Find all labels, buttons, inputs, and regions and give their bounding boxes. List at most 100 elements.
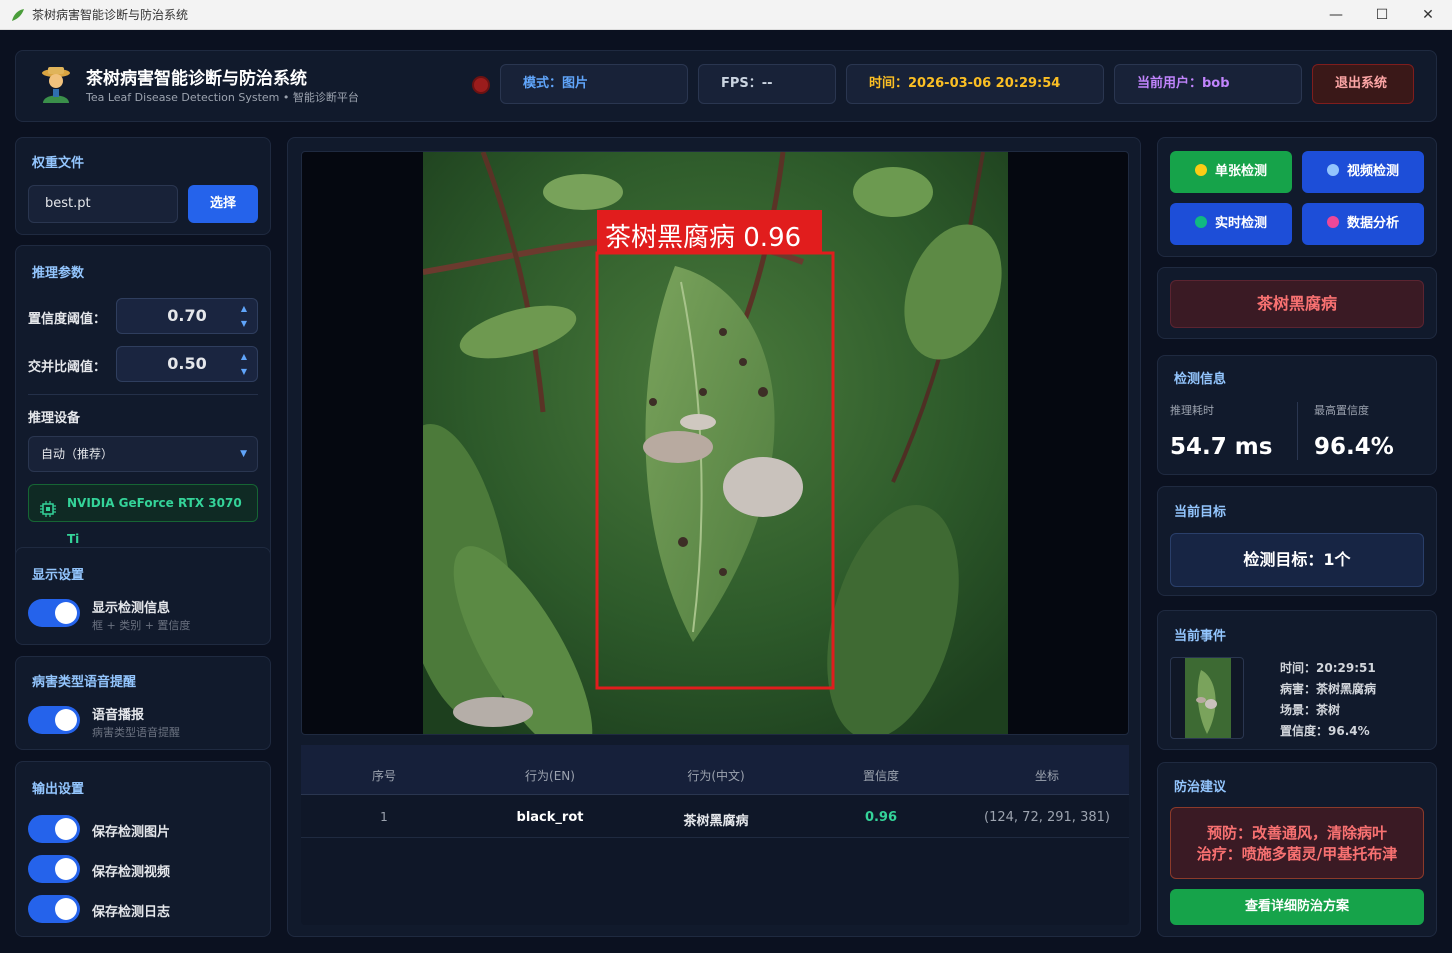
- app-subtitle: Tea Leaf Disease Detection System • 智能诊断…: [86, 91, 359, 104]
- single-detect-label: 单张检测: [1214, 164, 1267, 179]
- close-button[interactable]: ✕: [1405, 0, 1451, 30]
- event-scene: 场景：茶树: [1280, 703, 1341, 717]
- detection-info-title: 检测信息: [1174, 372, 1227, 387]
- divider: [1297, 402, 1298, 460]
- maximize-button[interactable]: ☐: [1359, 0, 1405, 30]
- detection-image: 茶树黑腐病 0.96: [423, 152, 1008, 734]
- result-panel: 茶树黑腐病: [1157, 267, 1437, 339]
- show-detection-label: 显示检测信息: [92, 601, 171, 616]
- event-time: 时间：20:29:51: [1280, 661, 1376, 675]
- app-title: 茶树病害智能诊断与防治系统: [86, 69, 307, 89]
- conf-threshold-spinbox[interactable]: 0.70 ▲ ▼: [116, 298, 258, 334]
- advice-panel: 防治建议 预防：改善通风，清除病叶 治疗：喷施多菌灵/甲基托布津 查看详细防治方…: [1157, 762, 1437, 937]
- voice-toggle[interactable]: [28, 706, 80, 734]
- spin-down-icon[interactable]: ▼: [241, 320, 247, 328]
- inference-title: 推理参数: [32, 266, 85, 281]
- save-log-toggle[interactable]: [28, 895, 80, 923]
- chevron-down-icon: ▼: [240, 449, 247, 459]
- spin-up-icon[interactable]: ▲: [241, 353, 247, 361]
- status-indicator: [472, 76, 490, 94]
- event-panel: 当前事件 时间：20:29:51 病害：茶树黑腐病 场景：茶树 置信度：96.4…: [1157, 610, 1437, 750]
- cell-en: black_rot: [516, 810, 584, 825]
- voice-sub: 病害类型语音提醒: [92, 726, 180, 739]
- max-conf-label: 最高置信度: [1314, 404, 1369, 417]
- realtime-detect-button[interactable]: 实时检测: [1170, 203, 1292, 245]
- iou-threshold-value: 0.50: [167, 354, 207, 373]
- max-conf-value: 96.4%: [1314, 434, 1394, 460]
- voice-title: 病害类型语音提醒: [32, 675, 137, 690]
- event-details: 时间：20:29:51 病害：茶树黑腐病 场景：茶树 置信度：96.4%: [1280, 658, 1376, 742]
- mode-display: 模式：图片: [500, 64, 688, 104]
- device-title: 推理设备: [28, 411, 81, 426]
- output-panel: 输出设置 保存检测图片 保存检测视频 保存检测日志: [15, 761, 271, 937]
- voice-panel: 病害类型语音提醒 语音播报 病害类型语音提醒: [15, 656, 271, 750]
- advice-box: 预防：改善通风，清除病叶 治疗：喷施多菌灵/甲基托布津: [1170, 807, 1424, 879]
- inference-time-label: 推理耗时: [1170, 404, 1214, 417]
- iou-threshold-spinbox[interactable]: 0.50 ▲ ▼: [116, 346, 258, 382]
- weights-panel: 权重文件 best.pt 选择: [15, 137, 271, 235]
- window-titlebar: 茶树病害智能诊断与防治系统 — ☐ ✕: [0, 0, 1452, 30]
- cell-cn: 茶树黑腐病: [683, 814, 749, 829]
- yellow-dot-icon: [1194, 164, 1207, 176]
- video-detect-button[interactable]: 视频检测: [1302, 151, 1424, 193]
- display-settings-title: 显示设置: [32, 568, 85, 583]
- view-details-button[interactable]: 查看详细防治方案: [1170, 889, 1424, 925]
- disease-result: 茶树黑腐病: [1170, 280, 1424, 328]
- event-title: 当前事件: [1174, 629, 1227, 644]
- image-viewport: 茶树黑腐病 0.96: [301, 151, 1129, 735]
- app-body: 茶树病害智能诊断与防治系统 Tea Leaf Disease Detection…: [0, 30, 1452, 953]
- weights-title: 权重文件: [32, 156, 85, 171]
- select-weights-button[interactable]: 选择: [188, 185, 258, 223]
- device-value: 自动（推荐）: [41, 447, 114, 461]
- toggle-knob: [55, 858, 77, 880]
- cell-index: 1: [380, 810, 388, 824]
- gpu-name: NVIDIA GeForce RTX 3070 Ti: [67, 496, 242, 546]
- event-disease: 病害：茶树黑腐病: [1280, 682, 1377, 696]
- col-header-cn: 行为(中文): [687, 769, 745, 783]
- detection-label: 茶树黑腐病 0.96: [605, 223, 801, 253]
- farmer-avatar-icon: [38, 65, 74, 105]
- target-title: 当前目标: [1174, 505, 1227, 520]
- col-header-conf: 置信度: [862, 769, 899, 783]
- blue-dot-icon: [1326, 164, 1339, 176]
- device-select[interactable]: 自动（推荐） ▼: [28, 436, 258, 472]
- event-confidence: 置信度：96.4%: [1280, 724, 1370, 738]
- iou-threshold-label: 交并比阈值：: [28, 360, 107, 375]
- fps-display: FPS：--: [698, 64, 836, 104]
- toggle-knob: [55, 602, 77, 624]
- target-panel: 当前目标 检测目标：1个: [1157, 486, 1437, 596]
- col-header-en: 行为(EN): [525, 769, 575, 783]
- single-detect-button[interactable]: 单张检测: [1170, 151, 1292, 193]
- advice-treat: 治疗：喷施多菌灵/甲基托布津: [1196, 845, 1398, 863]
- leaf-icon: [10, 7, 26, 23]
- chip-icon: [39, 495, 57, 517]
- window-title: 茶树病害智能诊断与防治系统: [32, 8, 189, 22]
- output-title: 输出设置: [32, 782, 85, 797]
- save-video-label: 保存检测视频: [92, 865, 171, 880]
- video-detect-label: 视频检测: [1346, 164, 1399, 179]
- conf-threshold-value: 0.70: [167, 306, 207, 325]
- advice-title: 防治建议: [1174, 780, 1227, 795]
- cell-coords: (124, 72, 291, 381): [984, 810, 1110, 825]
- cell-conf: 0.96: [864, 810, 898, 825]
- event-thumbnail[interactable]: [1170, 657, 1244, 739]
- col-header-coords: 坐标: [1034, 769, 1059, 783]
- table-header: 序号 行为(EN) 行为(中文) 置信度 坐标: [301, 745, 1129, 795]
- minimize-button[interactable]: —: [1313, 0, 1359, 30]
- data-analysis-label: 数据分析: [1346, 216, 1399, 231]
- display-settings-panel: 显示设置 显示检测信息 框 + 类别 + 置信度: [15, 547, 271, 645]
- inference-panel: 推理参数 置信度阈值： 0.70 ▲ ▼ 交并比阈值： 0.50 ▲ ▼ 推理设…: [15, 245, 271, 567]
- data-analysis-button[interactable]: 数据分析: [1302, 203, 1424, 245]
- weights-file-field[interactable]: best.pt: [28, 185, 178, 223]
- toggle-knob: [55, 709, 77, 731]
- logout-button[interactable]: 退出系统: [1312, 64, 1414, 104]
- spin-down-icon[interactable]: ▼: [241, 368, 247, 376]
- mode-panel: 单张检测 视频检测 实时检测 数据分析: [1157, 137, 1437, 257]
- results-table: 序号 行为(EN) 行为(中文) 置信度 坐标 1 black_rot 茶树黑腐…: [301, 745, 1129, 925]
- save-video-toggle[interactable]: [28, 855, 80, 883]
- save-log-label: 保存检测日志: [92, 905, 171, 920]
- save-image-toggle[interactable]: [28, 815, 80, 843]
- divider: [28, 394, 258, 395]
- show-detection-toggle[interactable]: [28, 599, 80, 627]
- spin-up-icon[interactable]: ▲: [241, 305, 247, 313]
